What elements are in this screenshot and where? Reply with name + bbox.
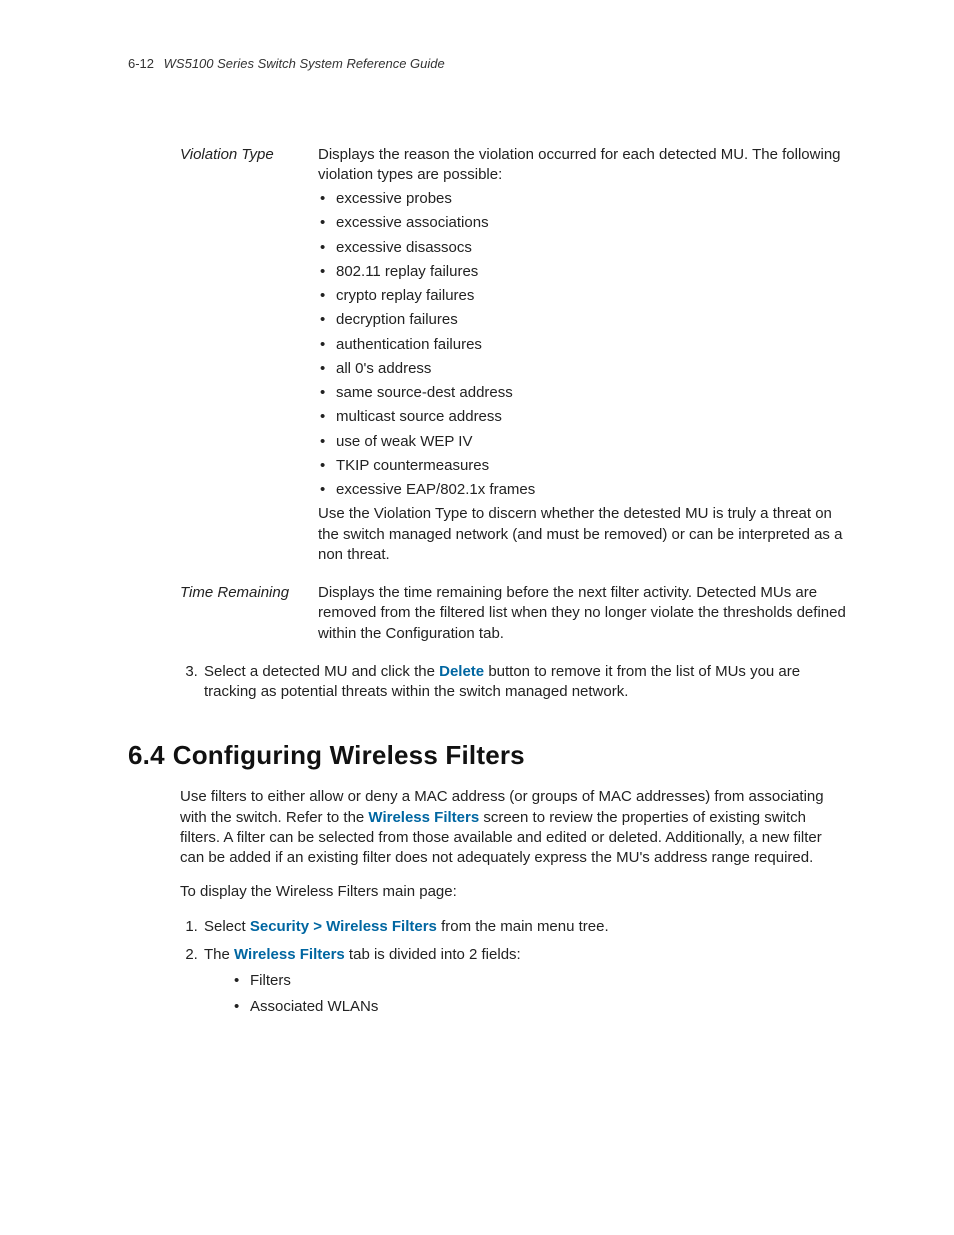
procedure-steps: Select Security > Wireless Filters from … bbox=[180, 917, 846, 1018]
step-item: The Wireless Filters tab is divided into… bbox=[202, 945, 846, 1018]
wireless-filters-link: Wireless Filters bbox=[368, 809, 479, 826]
violation-type-list: excessive probes excessive associations … bbox=[318, 189, 846, 500]
tab-name: Wireless Filters bbox=[234, 946, 345, 963]
text-run: tab is divided into 2 fields: bbox=[345, 946, 521, 963]
definition-label: Time Remaining bbox=[180, 569, 318, 648]
sub-list: Filters Associated WLANs bbox=[232, 971, 846, 1018]
text-run: from the main menu tree. bbox=[437, 918, 609, 935]
definition-body: Displays the reason the violation occurr… bbox=[318, 145, 846, 570]
text-run: The bbox=[204, 946, 234, 963]
list-item: authentication failures bbox=[318, 335, 846, 355]
step-text-pre: Select a detected MU and click the bbox=[204, 663, 439, 680]
list-item: same source-dest address bbox=[318, 383, 846, 403]
list-item: decryption failures bbox=[318, 310, 846, 330]
definition-body: Displays the time remaining before the n… bbox=[318, 569, 846, 648]
definition-outro: Use the Violation Type to discern whethe… bbox=[318, 504, 846, 565]
section-number: 6.4 bbox=[128, 740, 165, 770]
section-paragraph: Use filters to either allow or deny a MA… bbox=[180, 787, 846, 868]
page-number: 6-12 bbox=[128, 56, 154, 71]
continued-steps: Select a detected MU and click the Delet… bbox=[180, 662, 846, 703]
section-title: Configuring Wireless Filters bbox=[173, 740, 525, 770]
list-item: use of weak WEP IV bbox=[318, 432, 846, 452]
step-item: Select a detected MU and click the Delet… bbox=[202, 662, 846, 703]
list-item: TKIP countermeasures bbox=[318, 456, 846, 476]
section-heading: 6.4 Configuring Wireless Filters bbox=[128, 738, 846, 773]
section-paragraph: To display the Wireless Filters main pag… bbox=[180, 882, 846, 902]
list-item: excessive EAP/802.1x frames bbox=[318, 480, 846, 500]
section-body: Use filters to either allow or deny a MA… bbox=[180, 787, 846, 1017]
doc-title: WS5100 Series Switch System Reference Gu… bbox=[164, 56, 445, 71]
page-container: 6-12 WS5100 Series Switch System Referen… bbox=[0, 0, 954, 1235]
list-item: all 0's address bbox=[318, 359, 846, 379]
list-item: Associated WLANs bbox=[232, 997, 846, 1017]
list-item: excessive associations bbox=[318, 213, 846, 233]
delete-keyword: Delete bbox=[439, 663, 484, 680]
running-header: 6-12 WS5100 Series Switch System Referen… bbox=[128, 55, 846, 73]
definition-intro: Displays the reason the violation occurr… bbox=[318, 145, 846, 186]
menu-path: Security > Wireless Filters bbox=[250, 918, 437, 935]
definition-text: Displays the time remaining before the n… bbox=[318, 583, 846, 644]
definition-row-time-remaining: Time Remaining Displays the time remaini… bbox=[180, 569, 846, 648]
step-item: Select Security > Wireless Filters from … bbox=[202, 917, 846, 937]
list-item: 802.11 replay failures bbox=[318, 262, 846, 282]
text-run: Select bbox=[204, 918, 250, 935]
list-item: crypto replay failures bbox=[318, 286, 846, 306]
definition-row-violation-type: Violation Type Displays the reason the v… bbox=[180, 145, 846, 570]
list-item: excessive disassocs bbox=[318, 238, 846, 258]
list-item: Filters bbox=[232, 971, 846, 991]
list-item: excessive probes bbox=[318, 189, 846, 209]
definition-label: Violation Type bbox=[180, 145, 318, 570]
definition-table: Violation Type Displays the reason the v… bbox=[180, 145, 846, 648]
list-item: multicast source address bbox=[318, 407, 846, 427]
